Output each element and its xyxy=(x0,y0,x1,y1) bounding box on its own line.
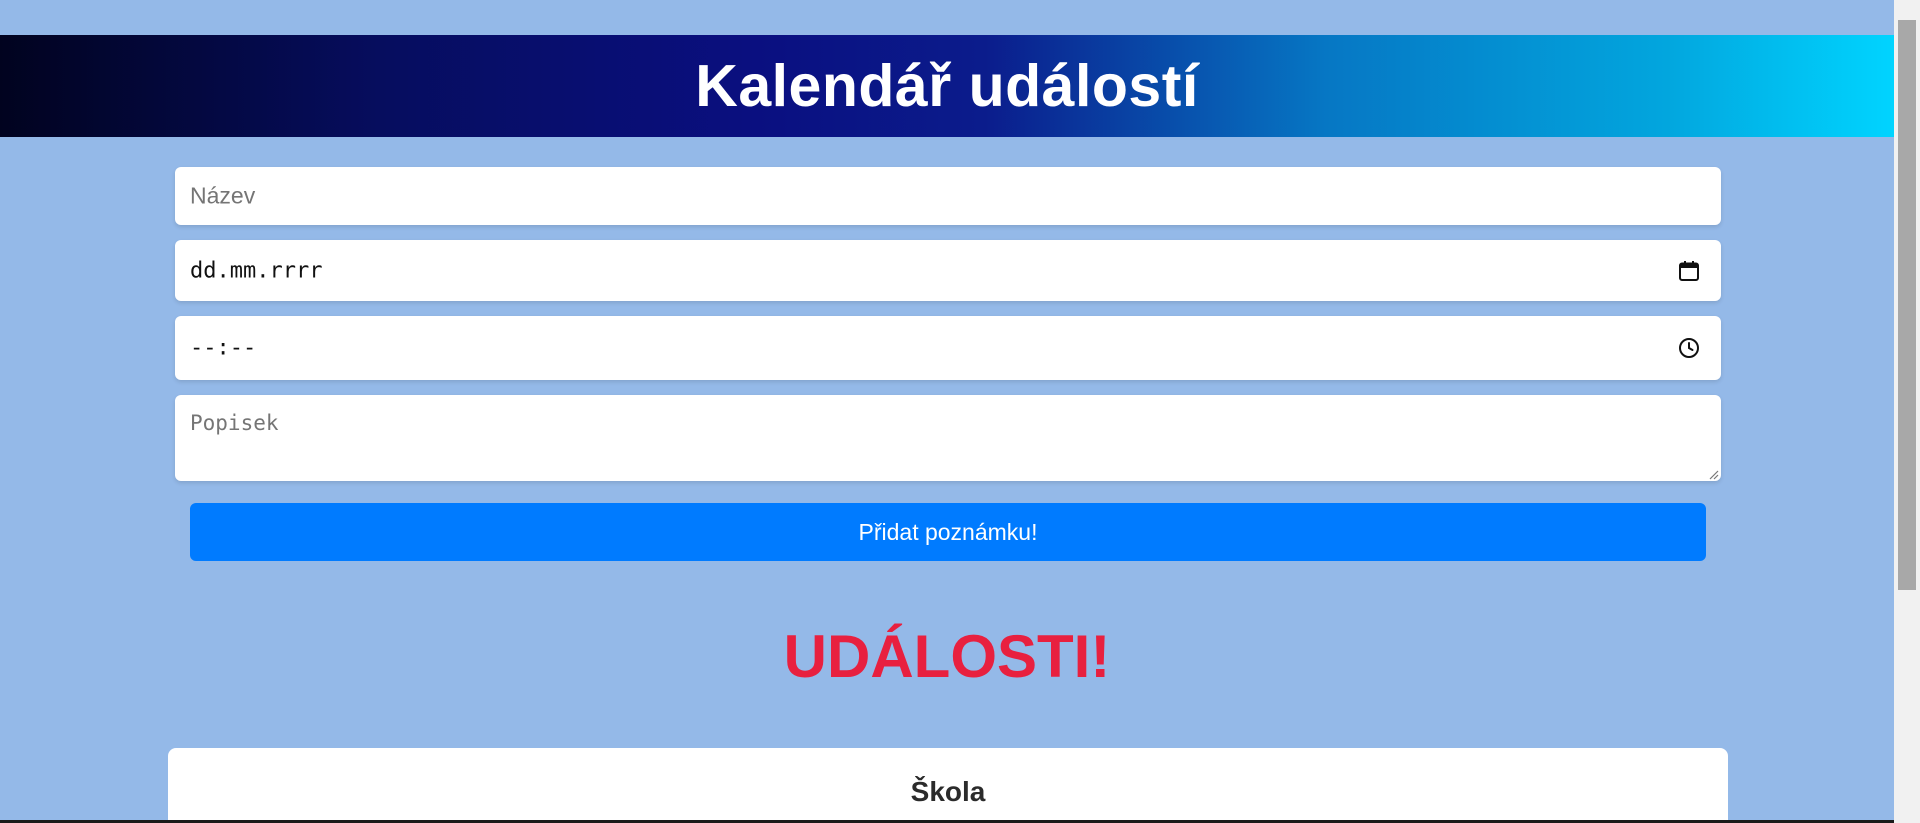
resize-grip-icon[interactable] xyxy=(1707,467,1719,480)
time-input-value: --:-- xyxy=(190,335,257,361)
add-note-button[interactable]: Přidat poznámku! xyxy=(190,503,1706,561)
time-input[interactable]: --:-- xyxy=(175,316,1721,380)
event-card: Škola xyxy=(168,748,1728,823)
events-heading: UDÁLOSTI! xyxy=(783,623,1111,690)
description-textarea[interactable]: Popisek xyxy=(175,395,1721,481)
name-input[interactable]: Název xyxy=(175,167,1721,225)
scrollbar-thumb[interactable] xyxy=(1898,20,1916,590)
date-input-value: dd.mm.rrrr xyxy=(190,258,323,283)
event-card-title: Škola xyxy=(910,776,986,807)
vertical-scrollbar[interactable] xyxy=(1894,0,1920,823)
date-input[interactable]: dd.mm.rrrr xyxy=(175,240,1721,301)
description-placeholder: Popisek xyxy=(190,411,279,435)
name-input-placeholder: Název xyxy=(190,182,256,209)
clock-icon[interactable] xyxy=(1677,336,1701,360)
page-header: Kalendář událostí xyxy=(0,35,1894,137)
calendar-icon[interactable] xyxy=(1677,259,1701,283)
page-title: Kalendář událostí xyxy=(695,53,1199,119)
